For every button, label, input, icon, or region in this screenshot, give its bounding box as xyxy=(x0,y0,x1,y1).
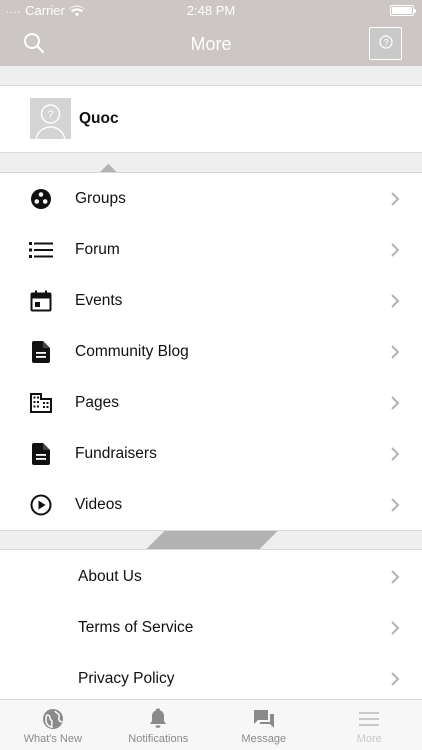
tab-whats-new[interactable]: What's New xyxy=(0,700,106,750)
tab-label: Notifications xyxy=(128,733,189,745)
menu-item-fundraisers[interactable]: Fundraisers xyxy=(0,429,422,479)
link-label: Privacy Policy xyxy=(78,670,175,687)
menu-icon xyxy=(359,712,380,726)
building-icon xyxy=(29,391,53,415)
chevron-right-icon xyxy=(391,498,400,512)
battery-icon xyxy=(390,5,416,16)
avatar-placeholder-icon: ? xyxy=(378,34,393,49)
tab-more[interactable]: More xyxy=(317,700,422,750)
bell-icon xyxy=(150,708,167,728)
profile-row[interactable]: ? Quoc xyxy=(0,86,422,701)
status-bar: .... Carrier 2:48 PM xyxy=(0,0,422,22)
link-label: Terms of Service xyxy=(78,619,194,636)
menu-item-community-blog[interactable]: Community Blog xyxy=(0,327,422,377)
link-terms-of-service[interactable]: Terms of Service xyxy=(0,603,422,653)
chevron-right-icon xyxy=(391,345,400,359)
list-icon xyxy=(29,238,53,262)
chevron-right-icon xyxy=(391,621,400,635)
tab-bar: What's New Notifications Message More xyxy=(0,699,422,750)
tab-label: Message xyxy=(241,733,287,745)
chevron-right-icon xyxy=(391,570,400,584)
tab-notifications[interactable]: Notifications xyxy=(106,700,212,750)
profile-section: ? Quoc xyxy=(0,85,422,701)
tab-label: What's New xyxy=(23,733,82,745)
tab-message[interactable]: Message xyxy=(211,700,317,750)
chevron-right-icon xyxy=(391,243,400,257)
chevron-right-icon xyxy=(391,447,400,461)
menu-item-label: Pages xyxy=(75,394,119,411)
menu-item-label: Videos xyxy=(75,496,123,513)
page-title: More xyxy=(190,34,232,54)
groups-icon xyxy=(29,187,53,211)
link-about-us[interactable]: About Us xyxy=(0,552,422,602)
menu-item-label: Events xyxy=(75,292,123,309)
svg-text:?: ? xyxy=(383,37,388,47)
menu-item-label: Fundraisers xyxy=(75,445,157,462)
chevron-right-icon xyxy=(391,192,400,206)
tab-label: More xyxy=(356,733,382,745)
nav-header: .... Carrier 2:48 PM More ? xyxy=(0,0,422,66)
menu-item-events[interactable]: Events xyxy=(0,276,422,326)
calendar-icon xyxy=(29,289,53,313)
profile-avatar-button[interactable]: ? xyxy=(369,27,402,60)
chevron-right-icon xyxy=(391,672,400,686)
status-time: 2:48 PM xyxy=(186,3,236,18)
chat-icon xyxy=(253,710,274,728)
globe-icon xyxy=(42,709,63,729)
menu-section: Groups Forum Events Community Blog Pages xyxy=(0,172,422,531)
document-icon xyxy=(29,442,53,466)
menu-item-label: Forum xyxy=(75,241,120,258)
links-section: About Us Terms of Service Privacy Policy xyxy=(0,549,422,709)
menu-item-groups[interactable]: Groups xyxy=(0,174,422,224)
link-privacy-policy[interactable]: Privacy Policy xyxy=(0,654,422,704)
menu-item-pages[interactable]: Pages xyxy=(0,378,422,428)
chevron-right-icon xyxy=(391,294,400,308)
menu-item-label: Groups xyxy=(75,190,126,207)
chevron-right-icon xyxy=(391,396,400,410)
link-label: About Us xyxy=(78,568,142,585)
menu-item-label: Community Blog xyxy=(75,343,189,360)
menu-item-forum[interactable]: Forum xyxy=(0,225,422,275)
play-circle-icon xyxy=(29,493,53,517)
menu-item-videos[interactable]: Videos xyxy=(0,480,422,530)
document-icon xyxy=(29,340,53,364)
